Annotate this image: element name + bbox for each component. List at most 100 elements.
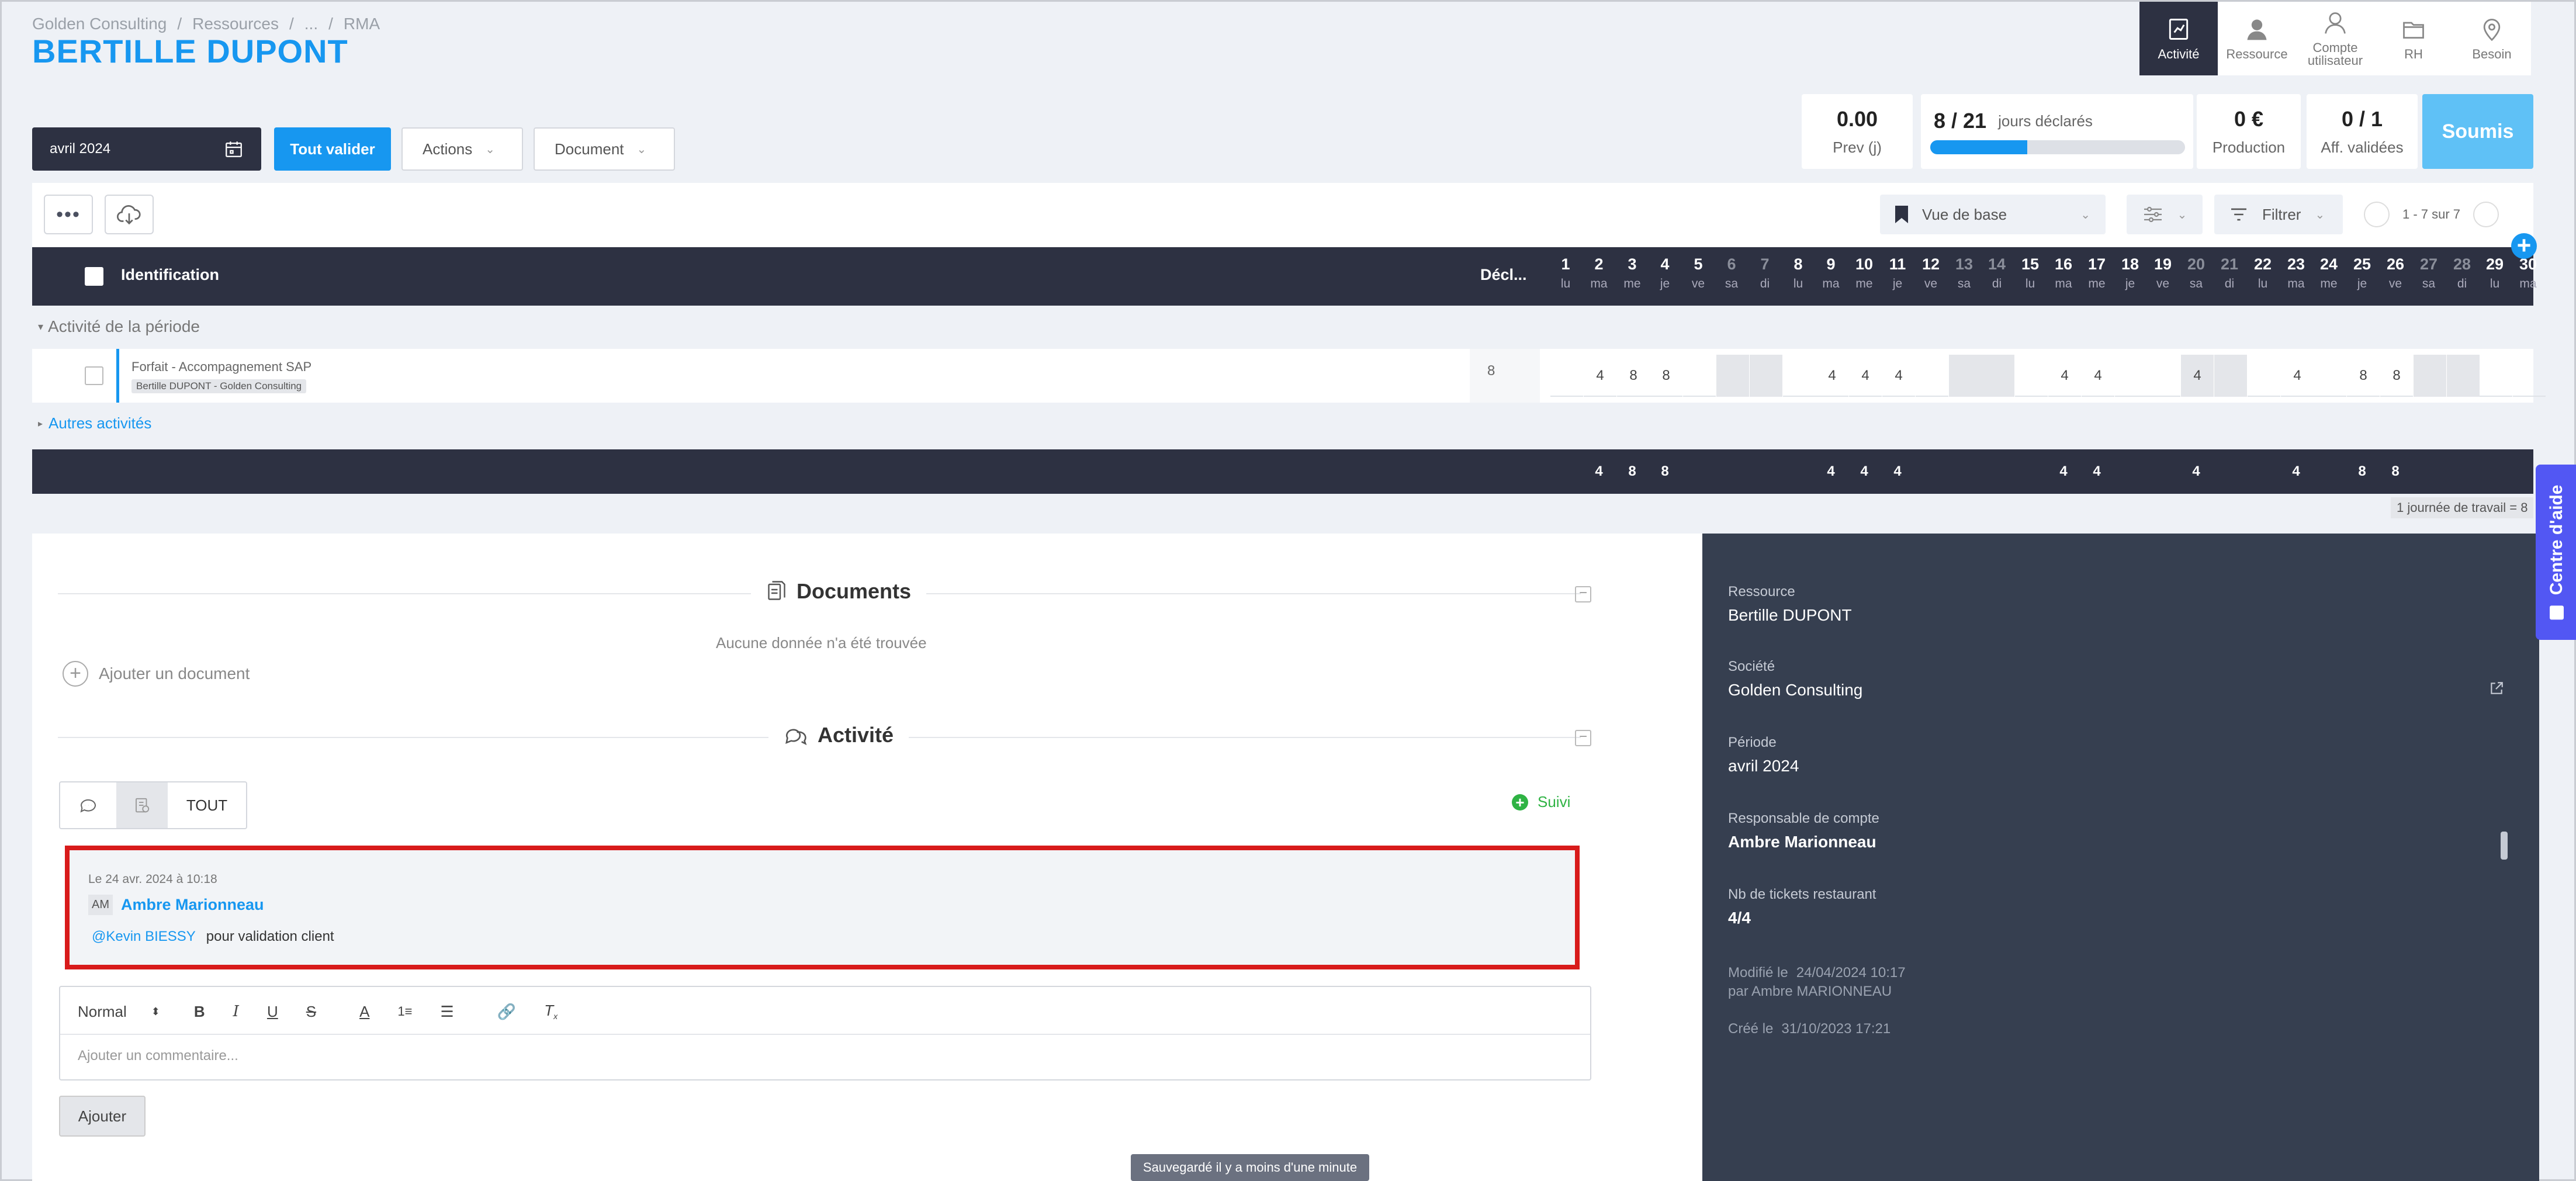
- tab-history[interactable]: [116, 782, 168, 828]
- day-cell[interactable]: [2148, 355, 2180, 397]
- period-picker[interactable]: avril 2024: [32, 127, 261, 171]
- strike-button[interactable]: S: [306, 1003, 316, 1021]
- day-cell[interactable]: 4: [1816, 355, 1848, 397]
- settings-select[interactable]: ⌄: [2127, 195, 2203, 234]
- table-row[interactable]: Forfait - Accompagnement SAP Bertille DU…: [32, 349, 2546, 403]
- add-column-button[interactable]: +: [2511, 233, 2537, 259]
- day-number: 6: [1727, 255, 1736, 273]
- day-cell[interactable]: 4: [1584, 355, 1616, 397]
- day-cell[interactable]: [1550, 355, 1583, 397]
- section-period-activity[interactable]: ▾ Activité de la période: [32, 306, 2533, 348]
- underline-button[interactable]: U: [267, 1003, 278, 1021]
- comment-mention[interactable]: @Kevin BIESSY: [92, 929, 196, 945]
- tab-all[interactable]: TOUT: [168, 782, 246, 828]
- add-document-button[interactable]: + Ajouter un document: [63, 661, 250, 687]
- follow-button[interactable]: + Suivi: [1512, 793, 1570, 811]
- day-cell[interactable]: 4: [1849, 355, 1882, 397]
- document-dropdown[interactable]: Document ⌄: [534, 127, 675, 171]
- export-button[interactable]: [105, 195, 154, 234]
- text-color-button[interactable]: A: [359, 1003, 369, 1021]
- more-options-button[interactable]: •••: [44, 195, 93, 234]
- day-weekday: ve: [2388, 277, 2402, 290]
- documents-header: Documents: [745, 579, 932, 604]
- day-number: 19: [2153, 255, 2172, 273]
- day-cell[interactable]: [2480, 355, 2512, 397]
- add-comment-button[interactable]: Ajouter: [59, 1096, 146, 1137]
- day-cell[interactable]: 8: [2347, 355, 2380, 397]
- nav-rh[interactable]: RH: [2374, 2, 2453, 75]
- italic-button[interactable]: I: [233, 1003, 239, 1020]
- day-cell[interactable]: [2015, 355, 2048, 397]
- validate-all-button[interactable]: Tout valider: [274, 127, 391, 171]
- day-weekday: sa: [1725, 277, 1739, 290]
- nav-label: RH: [2404, 47, 2423, 61]
- day-number: 12: [1921, 255, 1940, 273]
- day-cell[interactable]: [2513, 355, 2546, 397]
- day-cell[interactable]: [1916, 355, 1948, 397]
- comment-author[interactable]: Ambre Marionneau: [121, 896, 264, 914]
- day-cell[interactable]: 4: [2048, 355, 2081, 397]
- format-select[interactable]: Normal ⬍: [78, 1003, 160, 1021]
- day-total: 4: [1827, 463, 1835, 479]
- day-number: 8: [1793, 255, 1803, 273]
- tickets-label: Nb de tickets restaurant: [1728, 886, 1876, 902]
- nav-label: Activité: [2158, 47, 2200, 61]
- select-all-checkbox[interactable]: [85, 267, 103, 286]
- day-column-header: 23 ma: [2280, 247, 2312, 291]
- day-weekday: lu: [2025, 277, 2035, 290]
- day-cell[interactable]: 4: [2281, 355, 2314, 397]
- status-badge[interactable]: Soumis: [2422, 94, 2533, 169]
- day-weekday: di: [2224, 277, 2235, 290]
- day-cell[interactable]: 4: [2082, 355, 2114, 397]
- tab-comments[interactable]: [60, 782, 116, 828]
- day-column-header: 25 je: [2346, 247, 2378, 291]
- day-cell: [1750, 355, 1782, 397]
- day-weekday: sa: [2189, 277, 2203, 290]
- collapse-documents-button[interactable]: −: [1575, 586, 1591, 602]
- scrollbar-thumb[interactable]: [2501, 832, 2508, 860]
- external-link-icon[interactable]: [2489, 681, 2504, 696]
- col-identification[interactable]: Identification: [121, 266, 219, 284]
- day-cell[interactable]: [2115, 355, 2148, 397]
- day-cell[interactable]: [1683, 355, 1716, 397]
- bold-button[interactable]: B: [194, 1003, 205, 1021]
- next-page-button[interactable]: [2473, 202, 2499, 227]
- filter-button[interactable]: Filtrer ⌄: [2214, 195, 2343, 234]
- nav-besoin[interactable]: Besoin: [2453, 2, 2531, 75]
- breadcrumb-company[interactable]: Golden Consulting: [32, 15, 167, 33]
- day-total: 8: [2391, 463, 2400, 479]
- col-declared[interactable]: Décl...: [1480, 266, 1527, 284]
- day-cell[interactable]: 8: [2380, 355, 2413, 397]
- bullet-list-button[interactable]: ☰: [441, 1003, 454, 1021]
- calendar-icon: [226, 141, 242, 157]
- day-weekday: me: [1855, 277, 1873, 290]
- nav-activite[interactable]: Activité: [2139, 2, 2218, 75]
- other-activities-toggle[interactable]: ▸ Autres activités: [38, 414, 151, 432]
- prev-page-button[interactable]: [2364, 202, 2390, 227]
- clear-format-button[interactable]: Tx: [544, 1002, 558, 1021]
- view-select[interactable]: Vue de base ⌄: [1880, 195, 2106, 234]
- collapse-activity-button[interactable]: −: [1575, 730, 1591, 746]
- nav-compte-utilisateur[interactable]: Compte utilisateur: [2296, 2, 2374, 75]
- day-number: 26: [2386, 255, 2405, 273]
- actions-dropdown[interactable]: Actions ⌄: [401, 127, 523, 171]
- day-cell[interactable]: [2248, 355, 2280, 397]
- day-cell[interactable]: 8: [1650, 355, 1682, 397]
- day-cell[interactable]: [1783, 355, 1816, 397]
- save-status-toast: Sauvegardé il y a moins d'une minute: [1131, 1154, 1369, 1181]
- nav-ressource[interactable]: Ressource: [2218, 2, 2296, 75]
- comment-input[interactable]: Ajouter un commentaire...: [78, 1048, 238, 1064]
- day-cell[interactable]: [2314, 355, 2346, 397]
- link-button[interactable]: 🔗: [497, 1003, 516, 1021]
- ordered-list-button[interactable]: 1≡: [397, 1004, 412, 1019]
- add-document-label: Ajouter un document: [99, 664, 250, 683]
- help-center-tab[interactable]: Centre d'aide: [2536, 465, 2576, 640]
- main-panel: Documents − Aucune donnée n'a été trouvé…: [32, 534, 1702, 1181]
- breadcrumb-ellipsis[interactable]: ...: [304, 15, 318, 33]
- day-cell[interactable]: 8: [1617, 355, 1650, 397]
- breadcrumb-resources[interactable]: Ressources: [192, 15, 279, 33]
- row-checkbox[interactable]: [85, 366, 103, 385]
- work-day-legend: 1 journée de travail = 8: [2391, 497, 2534, 518]
- day-cell[interactable]: 4: [1882, 355, 1915, 397]
- comment-editor: Normal ⬍ B I U S A 1≡ ☰ 🔗 Tx Ajouter un …: [59, 986, 1591, 1080]
